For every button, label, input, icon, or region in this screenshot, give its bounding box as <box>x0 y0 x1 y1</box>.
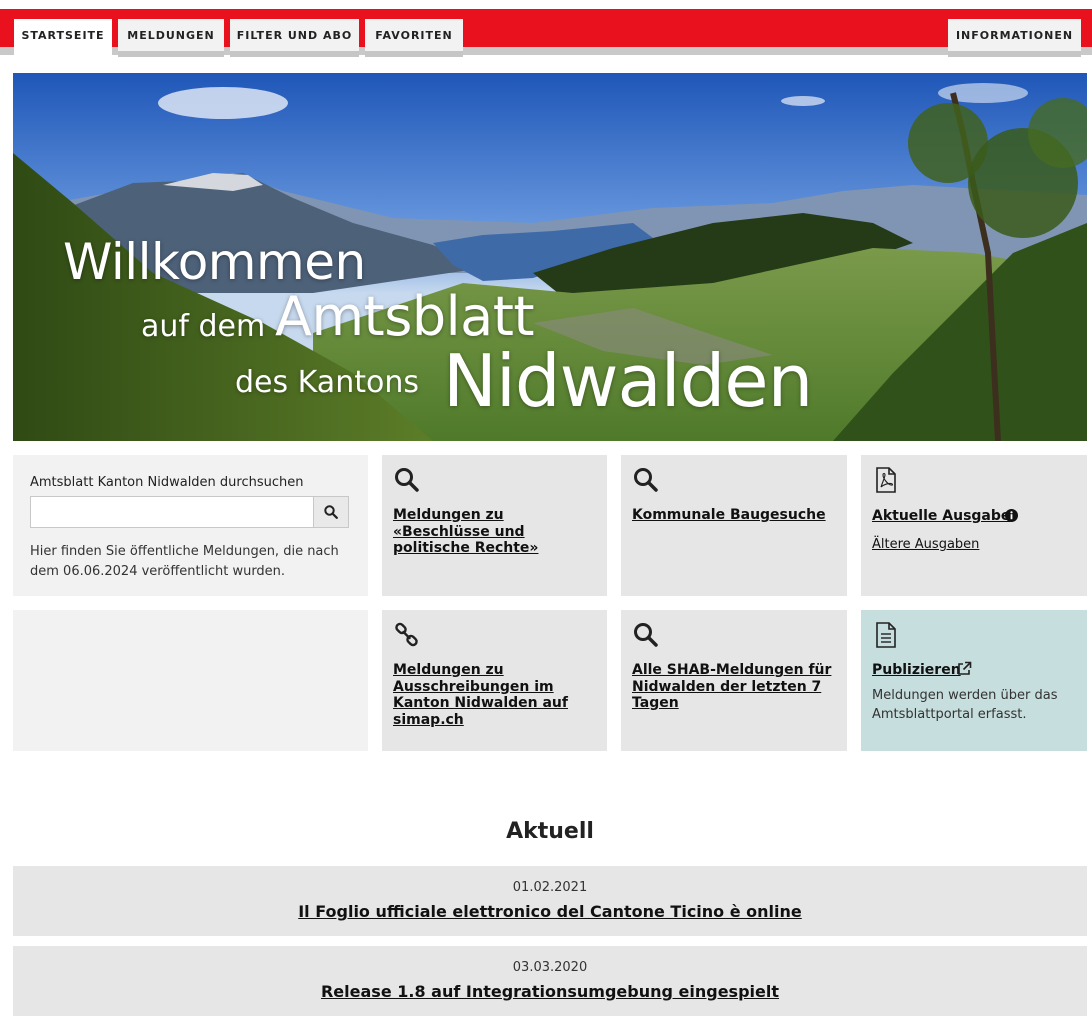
tab-informationen[interactable]: INFORMATIONEN <box>948 19 1081 57</box>
tile-aktuelle-ausgabe-title[interactable]: Aktuelle Ausgabe <box>872 508 1010 525</box>
search-button[interactable] <box>313 496 349 528</box>
document-icon <box>876 622 896 648</box>
tab-favoriten[interactable]: FAVORITEN <box>365 19 463 57</box>
main-nav: STARTSEITE MELDUNGEN FILTER UND ABO FAVO… <box>0 9 1092 57</box>
tile-aktuelle-ausgabe[interactable]: Aktuelle Ausgabe Ältere Ausgaben <box>861 455 1087 596</box>
tile-shab-title[interactable]: Alle SHAB-Meldungen für Nidwalden der le… <box>632 662 837 712</box>
tile-baugesuche[interactable]: Kommunale Baugesuche <box>621 455 847 596</box>
tile-baugesuche-title[interactable]: Kommunale Baugesuche <box>632 507 842 524</box>
tile-publizieren-title[interactable]: Publizieren <box>872 662 961 679</box>
search-description: Hier finden Sie öffentliche Meldungen, d… <box>30 544 339 579</box>
hero-line-3-small: des Kantons <box>235 365 419 400</box>
info-icon[interactable] <box>1005 509 1018 522</box>
news-date: 01.02.2021 <box>512 880 588 895</box>
hero-line-2-small: auf dem <box>141 309 266 344</box>
aktuell-heading: Aktuell <box>506 819 594 844</box>
news-item[interactable]: 01.02.2021 Il Foglio ufficiale elettroni… <box>13 866 1087 936</box>
hero-welcome-text: Willkommen auf dem Amtsblatt des Kantons… <box>13 73 1087 441</box>
link-icon <box>395 622 418 647</box>
older-editions-link[interactable]: Ältere Ausgaben <box>872 537 979 552</box>
tab-filter-und-abo[interactable]: FILTER UND ABO <box>230 19 359 57</box>
search-icon <box>634 468 658 492</box>
search-input[interactable] <box>30 496 314 528</box>
search-icon <box>634 623 658 647</box>
tile-simap[interactable]: Meldungen zu Ausschreibungen im Kanton N… <box>382 610 607 751</box>
hero-banner: Willkommen auf dem Amtsblatt des Kantons… <box>13 73 1087 441</box>
tile-publizieren-description: Meldungen werden über das Amtsblattporta… <box>872 688 1058 722</box>
tile-simap-title[interactable]: Meldungen zu Ausschreibungen im Kanton N… <box>393 662 605 728</box>
tab-startseite[interactable]: STARTSEITE <box>14 19 112 57</box>
tile-beschluesse[interactable]: Meldungen zu «Beschlüsse und politische … <box>382 455 607 596</box>
news-date: 03.03.2020 <box>512 960 588 975</box>
search-panel: Amtsblatt Kanton Nidwalden durchsuchen H… <box>13 455 368 596</box>
hero-line-3-big: Nidwalden <box>443 339 813 423</box>
news-title[interactable]: Il Foglio ufficiale elettronico del Cant… <box>13 902 1087 921</box>
tile-publizieren[interactable]: Publizieren Meldungen werden über das Am… <box>861 610 1087 751</box>
search-icon <box>395 468 419 492</box>
search-label: Amtsblatt Kanton Nidwalden durchsuchen <box>30 475 304 490</box>
hero-line-1: Willkommen <box>63 233 366 291</box>
news-item[interactable]: 03.03.2020 Release 1.8 auf Integrationsu… <box>13 946 1087 1016</box>
tile-shab[interactable]: Alle SHAB-Meldungen für Nidwalden der le… <box>621 610 847 751</box>
tile-beschluesse-title[interactable]: Meldungen zu «Beschlüsse und politische … <box>393 507 603 557</box>
pdf-icon <box>876 467 896 493</box>
news-title[interactable]: Release 1.8 auf Integrationsumgebung ein… <box>13 982 1087 1001</box>
tab-meldungen[interactable]: MELDUNGEN <box>118 19 224 57</box>
search-icon <box>324 505 338 519</box>
empty-panel <box>13 610 368 751</box>
external-link-icon <box>958 661 972 675</box>
